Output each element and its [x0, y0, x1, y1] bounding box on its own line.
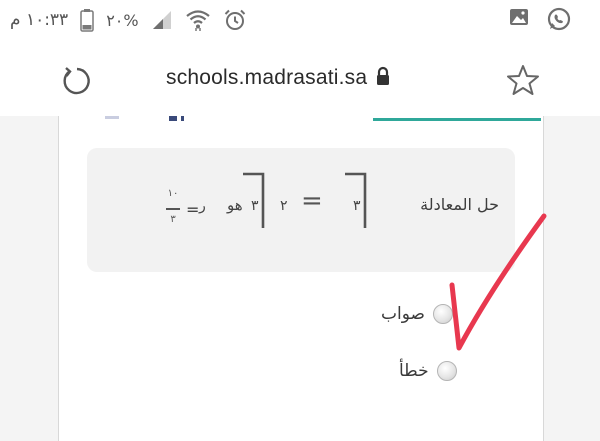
- cropped-header-fragment: [99, 116, 199, 124]
- star-icon[interactable]: [505, 62, 541, 98]
- fraction-bar: [166, 208, 180, 210]
- equals-2: =: [186, 200, 200, 219]
- question-label: حل المعادلة: [420, 195, 499, 214]
- option-true[interactable]: صواب: [381, 304, 453, 324]
- lock-icon: [375, 66, 391, 90]
- status-bar: ١٠:٣٣ م %٢٠: [0, 0, 600, 44]
- fraction-numerator: ١٠: [167, 188, 179, 199]
- option-true-label: صواب: [381, 304, 425, 324]
- right-coef: ٢: [280, 198, 288, 214]
- status-time: ١٠:٣٣ م: [10, 10, 69, 30]
- url-field[interactable]: schools.madrasati.sa: [166, 66, 391, 90]
- signal-icon: [151, 9, 173, 31]
- browser-url-bar: schools.madrasati.sa: [0, 44, 600, 116]
- equals-sign: =: [301, 186, 323, 216]
- whatsapp-icon: [546, 6, 572, 32]
- gallery-icon: [508, 6, 530, 32]
- reload-icon[interactable]: [60, 64, 94, 98]
- question-box: ١٠ ٣ = ر هو ٣ ٢ = ٣ حل المعادلة: [87, 148, 515, 272]
- url-text: schools.madrasati.sa: [166, 66, 368, 89]
- battery-icon: [80, 8, 94, 32]
- status-system-area: ١٠:٣٣ م %٢٠: [10, 8, 247, 32]
- alarm-icon: [223, 8, 247, 32]
- page-content: ١٠ ٣ = ر هو ٣ ٢ = ٣ حل المعادلة صواب خطأ: [0, 116, 600, 441]
- fraction-denominator: ٣: [170, 214, 176, 225]
- battery-percent: %٢٠: [106, 10, 139, 30]
- wifi-icon: [185, 8, 211, 32]
- question-card: ١٠ ٣ = ر هو ٣ ٢ = ٣ حل المعادلة صواب خطأ: [58, 116, 544, 441]
- option-false-radio[interactable]: [436, 361, 457, 381]
- right-inner-coef: ٣: [251, 198, 259, 214]
- card-accent-bar: [373, 118, 541, 121]
- left-coef: ٣: [353, 198, 361, 214]
- option-false-label: خطأ: [399, 361, 429, 381]
- option-false[interactable]: خطأ: [399, 361, 457, 381]
- variable-r: ر: [199, 198, 206, 214]
- option-true-radio[interactable]: [432, 304, 453, 324]
- status-app-icons: [508, 6, 572, 32]
